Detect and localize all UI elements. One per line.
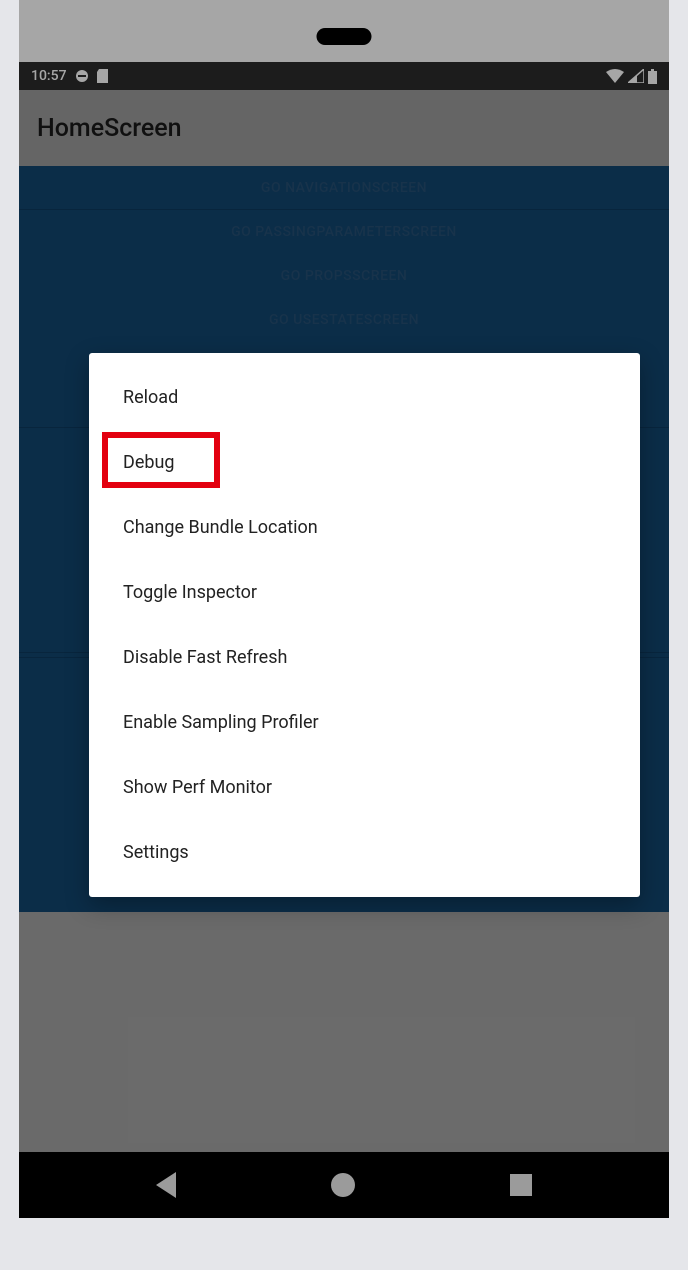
dev-menu-item-label: Enable Sampling Profiler bbox=[123, 712, 319, 733]
dev-menu-item-label: Show Perf Monitor bbox=[123, 777, 272, 798]
dev-menu-item-label: Toggle Inspector bbox=[123, 582, 257, 603]
dev-menu-item-enable-sampling-profiler[interactable]: Enable Sampling Profiler bbox=[89, 690, 640, 755]
dev-menu-item-label: Disable Fast Refresh bbox=[123, 647, 287, 668]
dev-menu-item-show-perf-monitor[interactable]: Show Perf Monitor bbox=[89, 755, 640, 820]
dev-menu-item-toggle-inspector[interactable]: Toggle Inspector bbox=[89, 560, 640, 625]
dev-menu-item-label: Settings bbox=[123, 842, 189, 863]
home-icon[interactable] bbox=[331, 1173, 355, 1197]
device-frame: 10:57 HomeScreen GO NAVIGAT bbox=[19, 0, 669, 1218]
recent-apps-icon[interactable] bbox=[510, 1174, 532, 1196]
dev-menu-item-debug[interactable]: Debug bbox=[89, 430, 640, 495]
dev-menu-item-label: Change Bundle Location bbox=[123, 517, 318, 538]
dev-menu: Reload Debug Change Bundle Location Togg… bbox=[89, 353, 640, 897]
dev-menu-item-reload[interactable]: Reload bbox=[89, 365, 640, 430]
dev-menu-item-change-bundle-location[interactable]: Change Bundle Location bbox=[89, 495, 640, 560]
back-icon[interactable] bbox=[156, 1172, 176, 1198]
dev-menu-item-label: Debug bbox=[123, 452, 175, 473]
dev-menu-item-label: Reload bbox=[123, 387, 178, 408]
dev-menu-item-disable-fast-refresh[interactable]: Disable Fast Refresh bbox=[89, 625, 640, 690]
device-notch bbox=[317, 28, 372, 45]
dev-menu-item-settings[interactable]: Settings bbox=[89, 820, 640, 885]
android-nav-bar bbox=[19, 1152, 669, 1218]
